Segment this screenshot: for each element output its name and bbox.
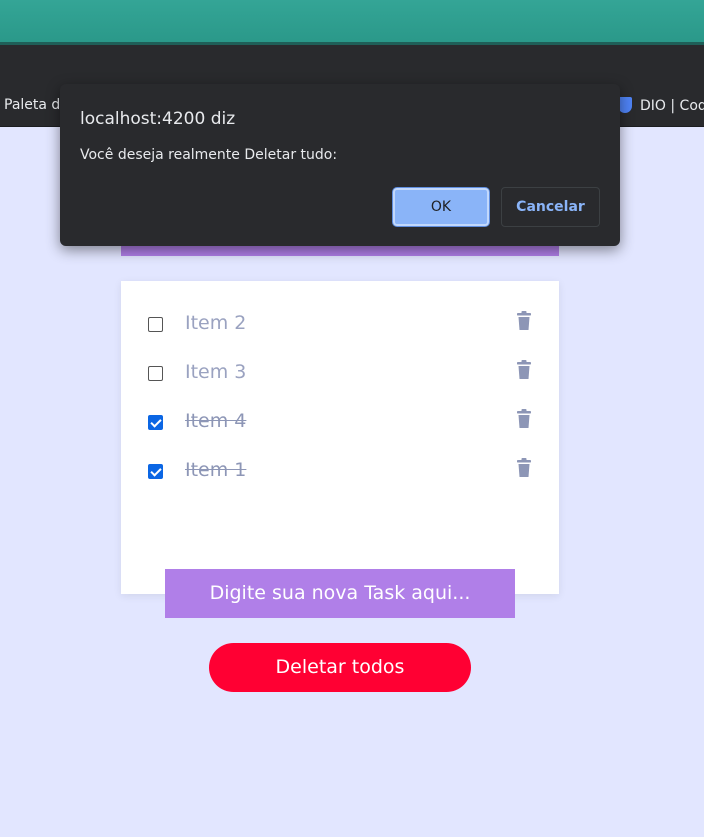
task-label: Item 3 — [185, 361, 247, 383]
task-item: Item 4 — [121, 407, 559, 437]
dio-shield-icon — [618, 97, 632, 113]
task-list-card: Item 2 Item 3 Item 4 Item 1 — [121, 281, 559, 594]
new-task-input[interactable]: Digite sua nova Task aqui... — [165, 569, 515, 618]
trash-icon[interactable] — [516, 360, 532, 380]
task-label: Item 2 — [185, 312, 247, 334]
delete-all-button[interactable]: Deletar todos — [209, 643, 471, 692]
dialog-title: localhost:4200 diz — [80, 109, 236, 129]
confirm-dialog: localhost:4200 diz Você deseja realmente… — [60, 84, 620, 246]
trash-icon[interactable] — [516, 311, 532, 331]
bookmark-dio[interactable]: DIO | Cod — [618, 97, 704, 114]
browser-toolbar — [0, 45, 704, 85]
task-checkbox[interactable] — [148, 366, 163, 381]
task-label: Item 1 — [185, 459, 247, 481]
cancel-button[interactable]: Cancelar — [501, 187, 600, 227]
dialog-message: Você deseja realmente Deletar tudo: — [80, 147, 338, 163]
trash-icon[interactable] — [516, 409, 532, 429]
task-item: Item 3 — [121, 358, 559, 388]
bookmark-dio-label: DIO | Cod — [640, 98, 704, 114]
task-checkbox[interactable] — [148, 317, 163, 332]
task-checkbox[interactable] — [148, 415, 163, 430]
task-item: Item 1 — [121, 456, 559, 486]
page-banner — [0, 0, 704, 44]
ok-button[interactable]: OK — [393, 188, 489, 226]
task-label: Item 4 — [185, 410, 247, 432]
trash-icon[interactable] — [516, 458, 532, 478]
task-item: Item 2 — [121, 309, 559, 339]
task-checkbox[interactable] — [148, 464, 163, 479]
